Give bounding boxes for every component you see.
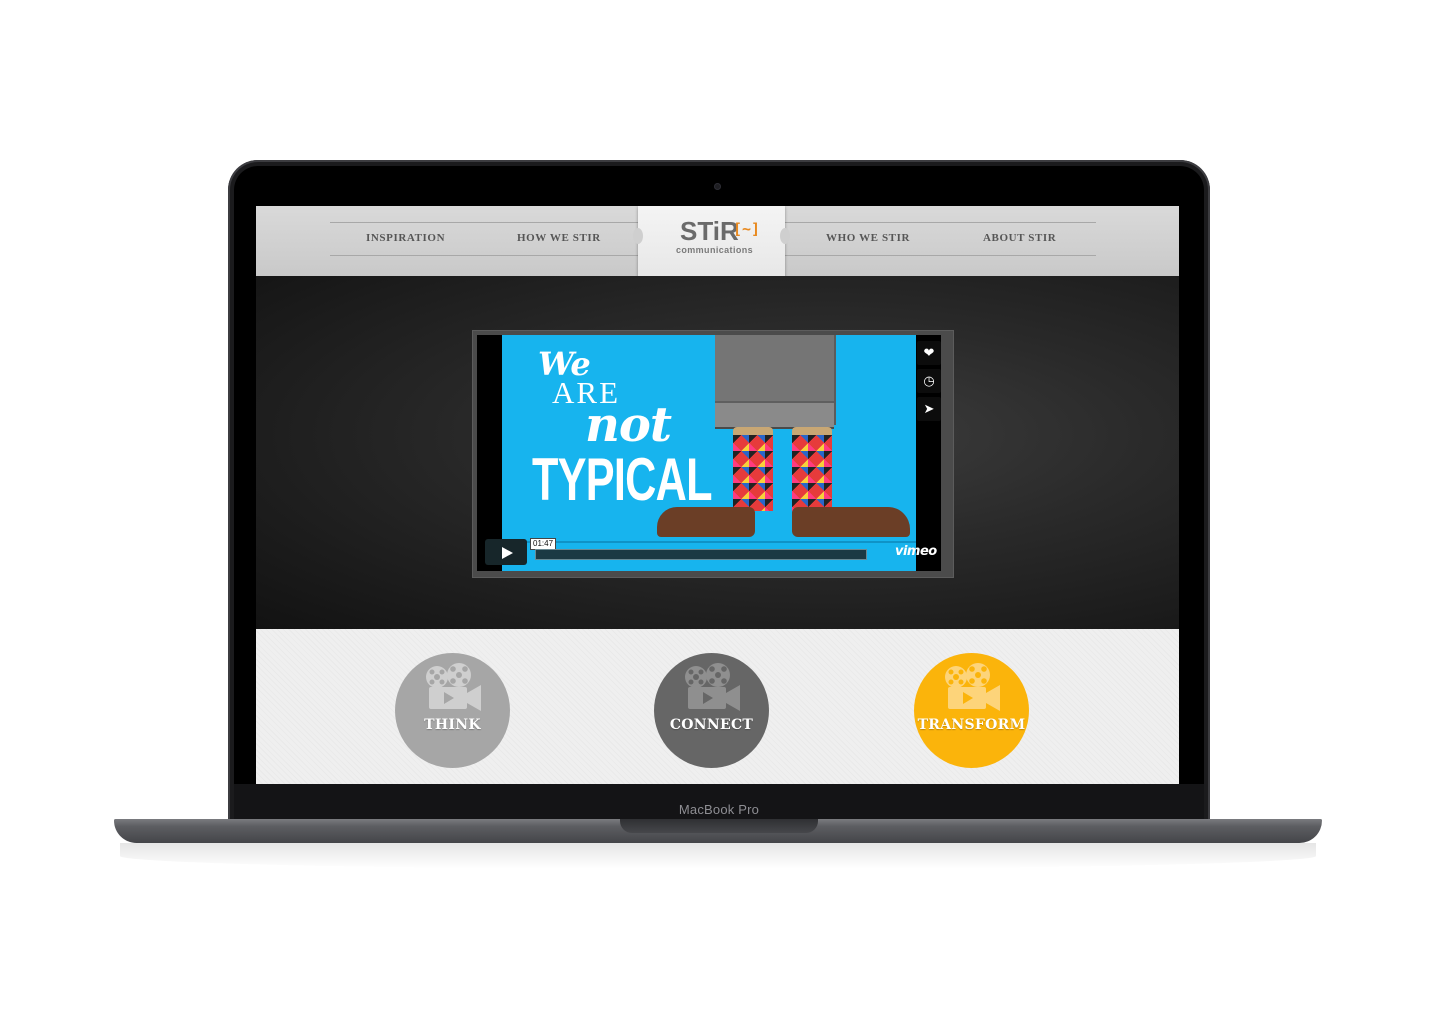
device-model-label: MacBook Pro — [678, 802, 760, 817]
nav-item-inspiration[interactable]: INSPIRATION — [366, 232, 445, 244]
connect-label: CONNECT — [669, 717, 754, 733]
webcam-icon — [714, 183, 721, 190]
top-nav: INSPIRATION HOW WE STIR WHO WE STIR ABOU… — [256, 206, 1179, 278]
hero-section: We ARE not TYPICAL ❤ ◷ ➤ 01:47 vimeo — [256, 276, 1179, 629]
heart-icon[interactable]: ❤ — [917, 341, 941, 365]
illustration-sock — [733, 435, 773, 511]
logo-subtitle: communications — [675, 245, 754, 255]
think-button[interactable]: THINK — [395, 653, 510, 768]
video-frame[interactable]: We ARE not TYPICAL ❤ ◷ ➤ 01:47 vimeo — [477, 335, 941, 571]
nav-item-how-we-stir[interactable]: HOW WE STIR — [517, 232, 601, 244]
connect-button[interactable]: CONNECT — [654, 653, 769, 768]
film-camera-icon — [426, 663, 481, 711]
illustration-shoe — [792, 507, 910, 537]
laptop-notch — [620, 819, 818, 833]
illustration-shoe — [657, 507, 755, 537]
video-player[interactable]: We ARE not TYPICAL ❤ ◷ ➤ 01:47 vimeo — [472, 330, 954, 578]
transform-button[interactable]: TRANSFORM — [914, 653, 1029, 768]
transform-label: TRANSFORM — [917, 717, 1026, 733]
nav-item-about-stir[interactable]: ABOUT STIR — [983, 232, 1056, 244]
features-section: THINK CONNECT TRANSFORM — [256, 629, 1179, 784]
website-screen: INSPIRATION HOW WE STIR WHO WE STIR ABOU… — [256, 206, 1179, 784]
volume-icon[interactable] — [873, 549, 889, 559]
film-camera-icon — [685, 663, 740, 711]
video-headline-typical: TYPICAL — [532, 446, 712, 513]
nav-item-who-we-stir[interactable]: WHO WE STIR — [826, 232, 910, 244]
site-logo[interactable]: STiR [~] communications — [633, 206, 790, 278]
logo-word: STiR — [680, 216, 739, 246]
laptop-chin: MacBook Pro — [234, 784, 1204, 820]
logo-bracket: [~] — [733, 220, 761, 238]
video-progress-bar[interactable] — [535, 549, 867, 560]
think-label: THINK — [424, 717, 481, 733]
play-icon — [502, 547, 513, 559]
clock-icon[interactable]: ◷ — [917, 369, 941, 393]
film-camera-icon — [945, 663, 1000, 711]
vimeo-logo[interactable]: vimeo — [895, 544, 937, 559]
illustration-sock — [792, 435, 832, 511]
send-icon[interactable]: ➤ — [917, 397, 941, 421]
play-button[interactable] — [485, 539, 527, 565]
